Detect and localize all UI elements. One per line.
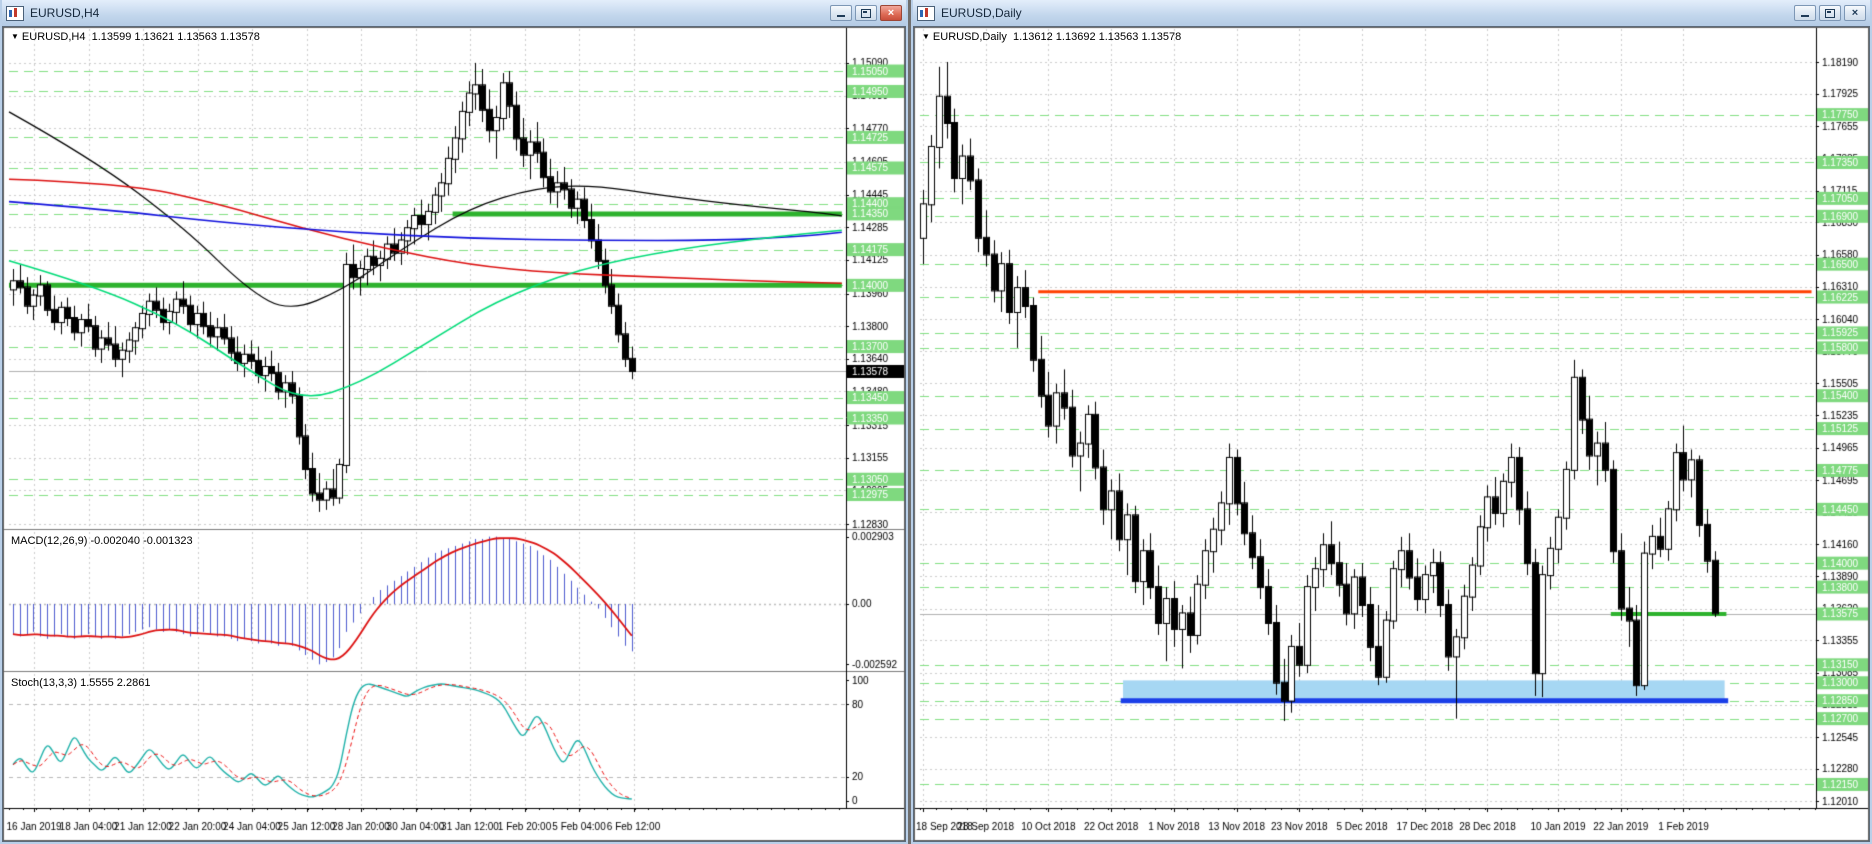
close-icon: × — [1851, 6, 1859, 19]
close-button[interactable]: × — [1844, 5, 1866, 21]
window-title: EURUSD,H4 — [30, 6, 100, 20]
close-button[interactable]: × — [880, 5, 902, 21]
chart-window-h4: EURUSD,H4 × ▼ EURUSD,H4 1.13599 1.13621 1… — [0, 0, 908, 844]
minimize-icon — [837, 15, 845, 17]
chart-client-h4: ▼ EURUSD,H4 1.13599 1.13621 1.13563 1.135… — [2, 26, 906, 842]
chart-window-daily: EURUSD,Daily × ▼ EURUSD,Daily 1.13612 1.1… — [911, 0, 1872, 844]
chart-client-daily: ▼ EURUSD,Daily 1.13612 1.13692 1.13563 1.… — [913, 26, 1870, 842]
close-icon: × — [887, 6, 895, 19]
minimize-icon — [1801, 15, 1809, 17]
titlebar-daily[interactable]: EURUSD,Daily × — [913, 0, 1870, 26]
minimize-button[interactable] — [830, 5, 852, 21]
restore-icon — [1825, 8, 1835, 18]
chart-icon — [6, 5, 24, 21]
chart-icon — [917, 5, 935, 21]
window-title: EURUSD,Daily — [941, 6, 1022, 20]
restore-icon — [861, 8, 871, 18]
mdi-workspace: EURUSD,H4 × ▼ EURUSD,H4 1.13599 1.13621 1… — [0, 0, 1872, 844]
chart-canvas-daily[interactable] — [914, 27, 1869, 841]
chart-canvas-h4[interactable] — [3, 27, 905, 841]
restore-button[interactable] — [855, 5, 877, 21]
titlebar-h4[interactable]: EURUSD,H4 × — [2, 0, 906, 26]
minimize-button[interactable] — [1794, 5, 1816, 21]
restore-button[interactable] — [1819, 5, 1841, 21]
